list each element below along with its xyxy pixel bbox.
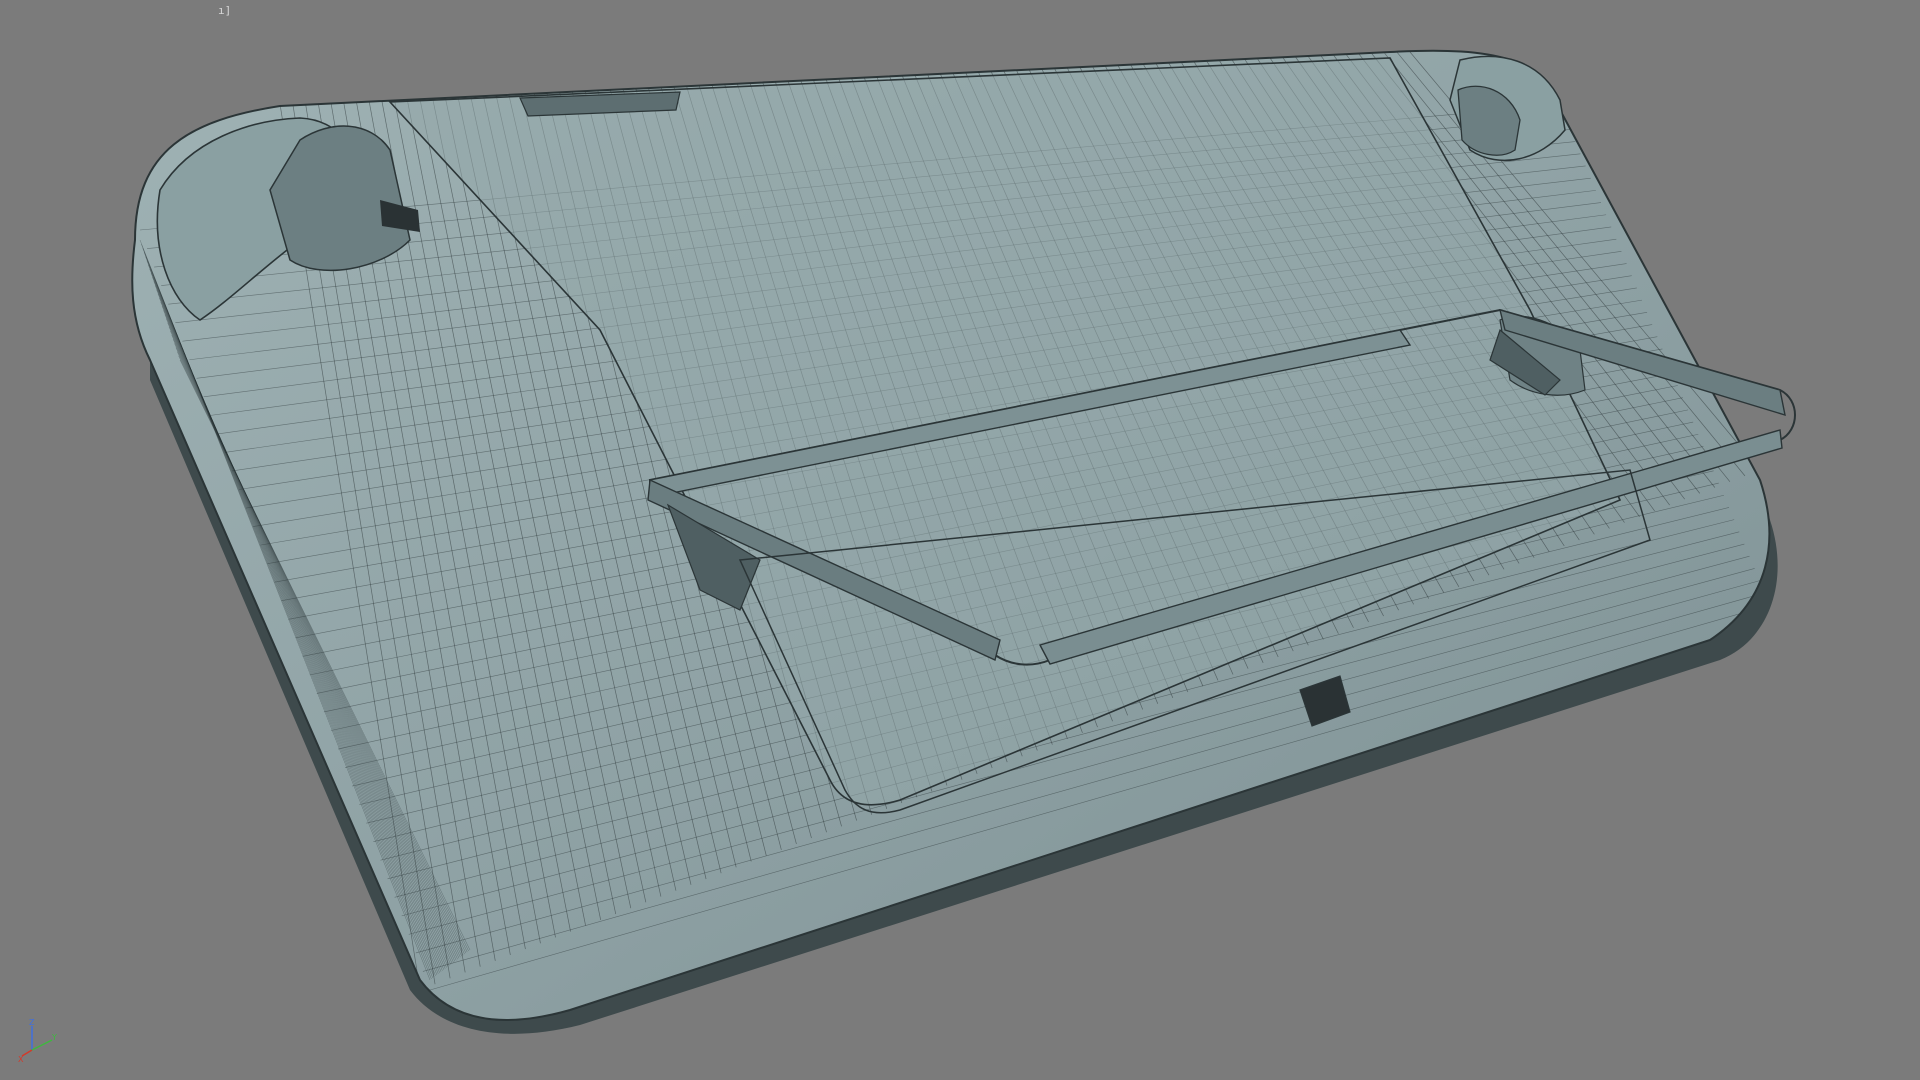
y-axis-label: Y [51,1033,57,1042]
model-scene [131,49,1796,1034]
3d-viewport[interactable]: ı] Z X Y [0,0,1920,1080]
z-axis-label: Z [29,1018,35,1027]
x-axis-label: X [18,1055,24,1062]
y-axis-line [31,1039,53,1051]
axis-gizmo[interactable]: Z X Y [18,1018,62,1062]
x-axis-line [21,1049,33,1057]
